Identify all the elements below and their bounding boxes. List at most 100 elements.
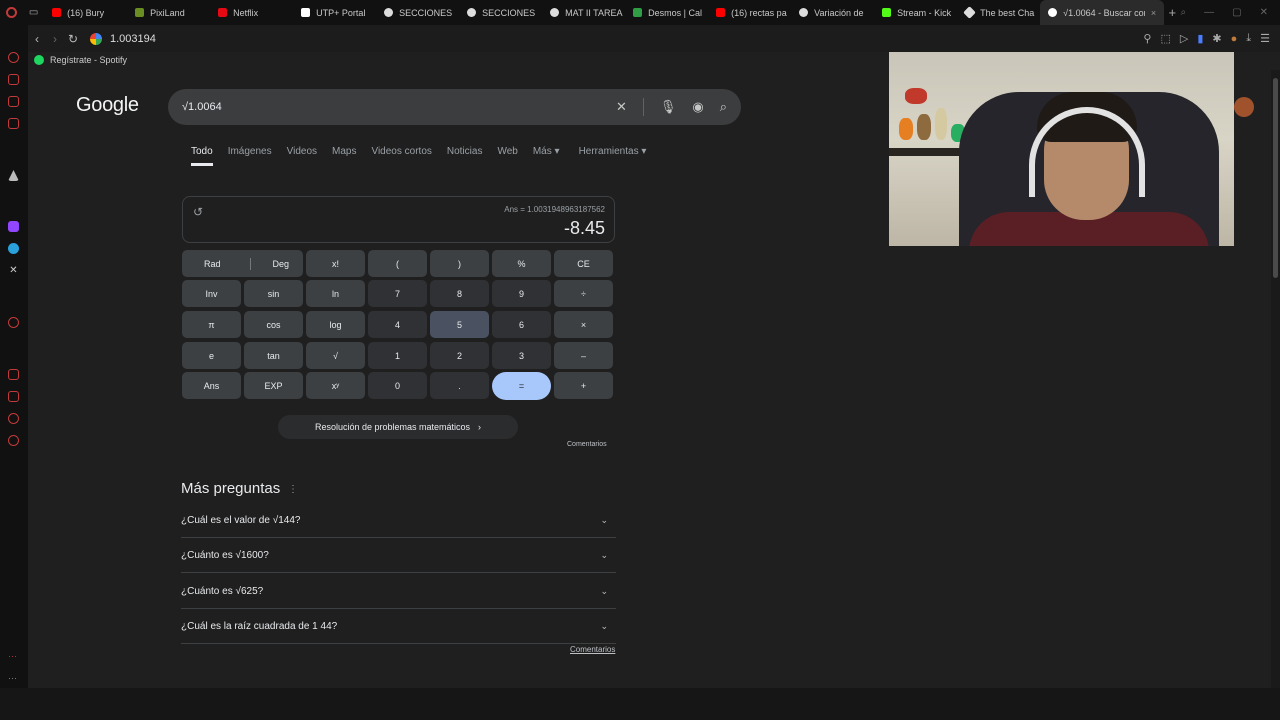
minimize-icon[interactable]: — [1204,7,1214,18]
search-input[interactable]: √1.0064 [182,101,222,113]
close-window-icon[interactable]: ✕ [1260,7,1268,18]
digit-3-button[interactable]: 3 [492,342,551,369]
question-item[interactable]: ¿Cuál es la raíz cuadrada de 1 44? ⌄ [181,609,616,644]
feedback-link[interactable]: Comentarios [570,645,615,654]
question-item[interactable]: ¿Cuánto es √1600? ⌄ [181,538,616,573]
search-box[interactable]: √1.0064 ✕ 🎙︎ ◉ ⌕ [168,89,741,125]
account-avatar[interactable] [1234,97,1254,117]
ellipsis-icon[interactable]: ··· [8,673,19,684]
reload-icon[interactable]: ↻ [64,32,82,46]
browser-tab[interactable]: SECCIONES [376,0,459,25]
history-icon[interactable]: ↺ [193,205,203,219]
menu-icon[interactable]: ☰ [1260,32,1270,45]
browser-tab[interactable]: MAT II TAREA [542,0,625,25]
digit-1-button[interactable]: 1 [368,342,427,369]
url-field[interactable]: 1.003194 [110,33,156,45]
tab-herramientas[interactable]: Herramientas ▾ [579,146,647,166]
more-icon[interactable]: ··· [8,651,19,662]
telegram-icon[interactable] [8,243,19,254]
new-tab-icon[interactable]: + [1164,5,1180,20]
bookmark-spotify[interactable]: Regístrate - Spotify [50,55,127,65]
sqrt-button[interactable]: √ [306,342,365,369]
chevron-down-icon[interactable]: ⌄ [600,515,608,526]
browser-tab[interactable]: Netflix [210,0,293,25]
back-icon[interactable]: ‹ [28,32,46,46]
search-tabs-icon[interactable]: ⌕ [1181,7,1187,18]
extensions-icon[interactable]: ✱ [1212,32,1221,45]
log-button[interactable]: log [306,311,365,338]
browser-tab[interactable]: UTP+ Portal [293,0,376,25]
feedback-link[interactable]: Comentarios [567,441,607,448]
clear-entry-button[interactable]: CE [554,250,613,277]
divide-button[interactable]: ÷ [554,280,613,307]
e-button[interactable]: e [182,342,241,369]
scrollbar-thumb[interactable] [1273,78,1278,278]
left-paren-button[interactable]: ( [368,250,427,277]
messenger-icon[interactable] [8,96,19,107]
browser-tab[interactable]: Desmos | Cal [625,0,708,25]
equals-button[interactable]: = [492,372,551,400]
exp-button[interactable]: EXP [244,372,303,399]
pin-icon[interactable]: ⚲ [1143,32,1151,45]
multiply-button[interactable]: × [554,311,613,338]
clear-icon[interactable]: ✕ [616,99,627,115]
maximize-icon[interactable]: ▢ [1232,7,1241,18]
gmail-icon[interactable] [8,118,19,129]
tab-noticias[interactable]: Noticias [447,146,483,166]
digit-7-button[interactable]: 7 [368,280,427,307]
home-icon[interactable] [8,52,19,63]
active-browser-tab[interactable]: √1.0064 - Buscar con G × [1040,0,1165,25]
chevron-down-icon[interactable]: ⌄ [600,550,608,561]
browser-tab[interactable]: (16) rectas pa [708,0,791,25]
close-tab-icon[interactable]: × [1151,8,1156,18]
browser-tab[interactable]: PixiLand [127,0,210,25]
browser-tab[interactable]: (16) Bury [44,0,127,25]
microphone-icon[interactable]: 🎙︎ [660,99,677,115]
browser-tab[interactable]: Variación de [791,0,874,25]
sin-button[interactable]: sin [244,280,303,307]
x-twitter-icon[interactable]: ✕ [8,265,19,276]
percent-button[interactable]: % [492,250,551,277]
decimal-button[interactable]: . [430,372,489,399]
profile-icon[interactable]: ● [1231,33,1238,45]
rad-deg-toggle[interactable]: Rad Deg [182,250,303,277]
math-solver-button[interactable]: Resolución de problemas matemáticos › [278,415,518,439]
minus-button[interactable]: – [554,342,613,369]
question-item[interactable]: ¿Cuánto es √625? ⌄ [181,574,616,609]
tab-todo[interactable]: Todo [191,146,213,166]
browser-tab[interactable]: Stream - Kick [874,0,957,25]
history-icon[interactable] [8,369,19,380]
factorial-button[interactable]: x! [306,250,365,277]
send-icon[interactable]: ▷ [1180,32,1188,45]
digit-0-button[interactable]: 0 [368,372,427,399]
tab-maps[interactable]: Maps [332,146,356,166]
digit-2-button[interactable]: 2 [430,342,489,369]
bookmarks-icon[interactable] [8,391,19,402]
digit-6-button[interactable]: 6 [492,311,551,338]
forward-icon[interactable]: › [46,32,64,46]
tab-overview-icon[interactable]: ▭ [23,7,44,18]
ln-button[interactable]: ln [306,280,365,307]
downloads-icon[interactable] [8,413,19,424]
tab-mas[interactable]: Más ▾ [533,146,560,166]
digit-4-button[interactable]: 4 [368,311,427,338]
digit-5-button[interactable]: 5 [430,311,489,338]
snapshot-icon[interactable]: ⬚ [1160,32,1170,45]
page-scrollbar[interactable] [1271,70,1280,688]
pi-button[interactable]: π [182,311,241,338]
digit-8-button[interactable]: 8 [430,280,489,307]
search-icon[interactable]: ⌕ [720,99,727,115]
tab-imagenes[interactable]: Imágenes [228,146,272,166]
plus-button[interactable]: + [554,372,613,399]
tab-web[interactable]: Web [497,146,517,166]
chevron-down-icon[interactable]: ⌄ [600,621,608,632]
browser-tab[interactable]: The best Cha [957,0,1040,25]
question-item[interactable]: ¿Cuál es el valor de √144? ⌄ [181,503,616,538]
right-paren-button[interactable]: ) [430,250,489,277]
download-icon[interactable]: ⤓ [1246,32,1251,45]
tab-videos-cortos[interactable]: Videos cortos [371,146,431,166]
aria-ai-icon[interactable] [8,170,19,181]
tab-videos[interactable]: Videos [287,146,317,166]
vpn-icon[interactable]: ▮ [1197,32,1203,45]
cos-button[interactable]: cos [244,311,303,338]
